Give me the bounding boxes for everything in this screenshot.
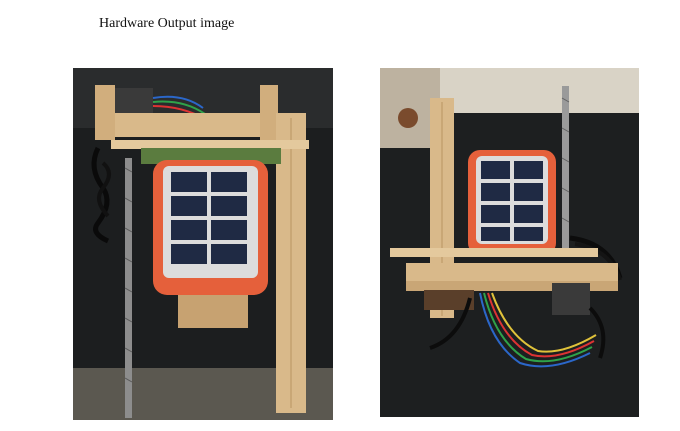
hardware-photo-left [73, 68, 333, 420]
hardware-photo-right-drawing [380, 68, 639, 417]
hardware-photo-right [380, 68, 639, 417]
figure-caption: Hardware Output image [99, 16, 235, 31]
hardware-photo-left-drawing [73, 68, 333, 420]
